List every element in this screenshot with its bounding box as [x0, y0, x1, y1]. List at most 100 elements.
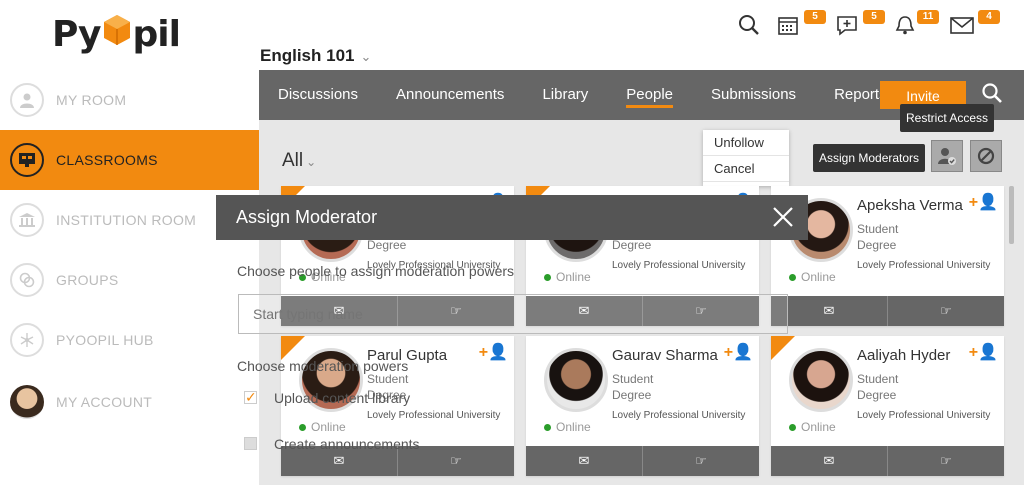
restrict-access-button[interactable]	[970, 140, 1002, 172]
groups-icon	[10, 263, 44, 297]
block-icon	[977, 147, 995, 165]
sidebar-item-classrooms[interactable]: CLASSROOMS	[0, 130, 259, 190]
hub-icon	[10, 323, 44, 357]
person-degree: Degree	[612, 388, 652, 402]
like-icon[interactable]: ☞	[888, 446, 1004, 476]
like-icon[interactable]: ☞	[888, 296, 1004, 326]
person-name: Apeksha Verma	[857, 197, 963, 214]
filter-label: All	[282, 150, 304, 171]
follow-icon[interactable]: +👤	[969, 192, 998, 212]
sidebar-item-my-account[interactable]: MY ACCOUNT	[0, 372, 259, 432]
follow-icon[interactable]: +👤	[969, 342, 998, 362]
mail-icon[interactable]: ✉	[771, 296, 888, 326]
sidebar-item-label: PYOOPIL HUB	[56, 332, 154, 348]
assign-moderator-modal-header: Assign Moderator	[216, 195, 808, 240]
tab-announcements[interactable]: Announcements	[377, 70, 523, 120]
person-avatar	[789, 348, 853, 412]
institution-icon	[10, 203, 44, 237]
online-status: Online	[544, 270, 591, 284]
person-card[interactable]: +👤 Parul Gupta Student Degree Lovely Pro…	[281, 336, 514, 476]
person-card[interactable]: +👤 Aaliyah Hyder Student Degree Lovely P…	[771, 336, 1004, 476]
tab-library[interactable]: Library	[523, 70, 607, 120]
person-name: Aaliyah Hyder	[857, 347, 951, 364]
online-status: Online	[299, 420, 346, 434]
moderator-corner-badge	[281, 336, 305, 360]
sidebar-item-label: GROUPS	[56, 272, 119, 288]
tab-submissions[interactable]: Submissions	[692, 70, 815, 120]
choose-people-label: Choose people to assign moderation power…	[237, 263, 515, 279]
person-degree: Degree	[857, 388, 897, 402]
person-name: Gaurav Sharma	[612, 347, 718, 364]
search-icon[interactable]	[981, 82, 1005, 106]
power-announcements-label: Create announcements	[274, 436, 420, 452]
course-title: English 101	[260, 46, 355, 65]
sidebar-item-label: INSTITUTION ROOM	[56, 212, 197, 228]
message-add-icon[interactable]	[836, 14, 864, 40]
person-university: Lovely Professional University	[857, 260, 991, 271]
calendar-icon[interactable]	[777, 14, 805, 40]
assign-moderators-button[interactable]	[931, 140, 963, 172]
person-degree: Degree	[367, 238, 407, 252]
top-toolbar: 5 5 11 4	[730, 8, 1024, 44]
chevron-down-icon: ⌄	[360, 49, 372, 64]
filter-dropdown[interactable]: All ⌄	[282, 150, 316, 172]
choose-powers-label: Choose moderation powers	[237, 358, 409, 374]
message-add-badge: 5	[863, 10, 885, 24]
person-avatar	[544, 348, 608, 412]
pyoopil-logo[interactable]: Py pil	[52, 4, 181, 64]
create-announcements-checkbox[interactable]	[244, 437, 257, 450]
user-icon	[10, 83, 44, 117]
follow-icon[interactable]: +👤	[724, 342, 753, 362]
sidebar: MY ROOM CLASSROOMS INSTITUTION ROOM GROU…	[0, 70, 259, 485]
mail-icon[interactable]: ✉	[526, 446, 643, 476]
card-actions: ✉ ☞	[526, 446, 759, 476]
mail-badge: 4	[978, 10, 1000, 24]
person-degree: Degree	[612, 238, 652, 252]
person-university: Lovely Professional University	[857, 410, 991, 421]
sidebar-item-groups[interactable]: GROUPS	[0, 250, 259, 310]
sidebar-item-label: CLASSROOMS	[56, 152, 158, 168]
mail-icon[interactable]	[950, 14, 978, 40]
person-role: Student	[367, 372, 409, 386]
search-icon[interactable]	[738, 14, 766, 40]
logo-cube-icon	[102, 13, 132, 56]
tab-people[interactable]: People	[607, 70, 692, 120]
logo-text-suffix: pil	[132, 13, 181, 55]
tab-discussions[interactable]: Discussions	[259, 70, 377, 120]
moderator-corner-badge	[771, 336, 795, 360]
upload-library-checkbox[interactable]: ✓	[244, 390, 257, 404]
power-upload-label: Upload content library	[274, 390, 411, 406]
card-actions: ✉ ☞	[771, 446, 1004, 476]
sidebar-item-my-room[interactable]: MY ROOM	[0, 70, 259, 130]
like-icon[interactable]: ☞	[643, 446, 759, 476]
menu-item-cancel[interactable]: Cancel	[703, 156, 789, 182]
menu-item-unfollow[interactable]: Unfollow	[703, 130, 789, 156]
sidebar-item-label: MY ACCOUNT	[56, 394, 153, 410]
person-card[interactable]: +👤 Gaurav Sharma Student Degree Lovely P…	[526, 336, 759, 476]
chevron-down-icon: ⌄	[306, 155, 317, 169]
online-status: Online	[789, 270, 836, 284]
logo-text-prefix: Py	[52, 13, 102, 55]
sidebar-item-label: MY ROOM	[56, 92, 127, 108]
avatar	[10, 385, 44, 419]
scrollbar[interactable]	[1009, 186, 1014, 244]
person-role: Student	[857, 372, 899, 386]
restrict-access-tooltip: Restrict Access	[900, 104, 995, 132]
notifications-badge: 11	[917, 10, 939, 24]
close-icon[interactable]	[768, 202, 798, 232]
mail-icon[interactable]: ✉	[771, 446, 888, 476]
course-selector[interactable]: English 101 ⌄	[260, 46, 371, 66]
moderator-search-input[interactable]	[238, 294, 788, 334]
person-role: Student	[857, 222, 899, 236]
user-check-icon	[938, 148, 956, 165]
person-university: Lovely Professional University	[612, 260, 746, 271]
follow-icon[interactable]: +👤	[479, 342, 508, 362]
online-status: Online	[789, 420, 836, 434]
sidebar-item-pyoopil-hub[interactable]: PYOOPIL HUB	[0, 310, 259, 370]
person-degree: Degree	[857, 238, 897, 252]
person-university: Lovely Professional University	[612, 410, 746, 421]
online-status: Online	[544, 420, 591, 434]
modal-title: Assign Moderator	[236, 207, 378, 227]
person-role: Student	[612, 372, 654, 386]
card-actions: ✉ ☞	[771, 296, 1004, 326]
